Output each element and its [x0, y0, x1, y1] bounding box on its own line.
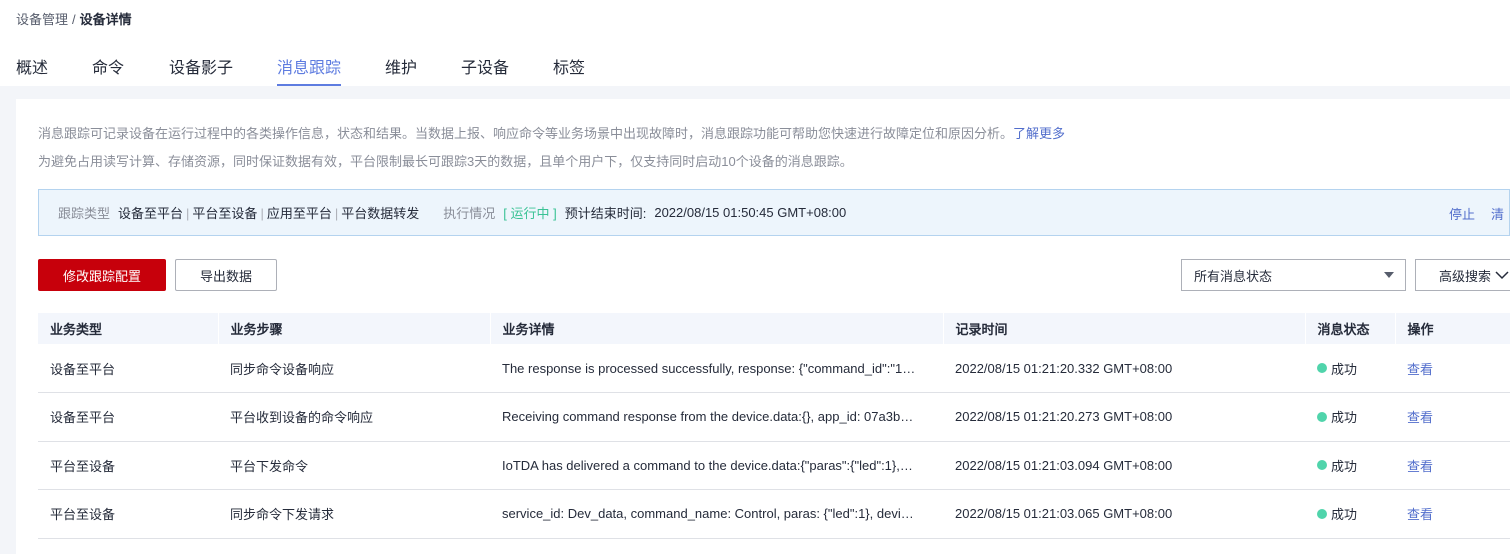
cell-type: 平台至设备 — [38, 441, 218, 490]
modify-trace-config-button[interactable]: 修改跟踪配置 — [38, 259, 166, 291]
table-row: 平台至设备 同步命令下发请求 service_id: Dev_data, com… — [38, 489, 1510, 539]
cell-time: 2022/08/15 01:21:20.332 GMT+08:00 — [943, 344, 1305, 393]
cell-action: 查看 — [1395, 344, 1510, 393]
trace-type-label: 跟踪类型 — [58, 206, 111, 221]
trace-type-item: 设备至平台 — [118, 206, 184, 221]
trace-type-item: 平台数据转发 — [341, 206, 420, 221]
status-text: 成功 — [1331, 507, 1358, 523]
cell-action: 查看 — [1395, 489, 1510, 539]
message-status-select[interactable]: 所有消息状态 — [1181, 259, 1406, 291]
divider: | — [186, 206, 190, 221]
cell-step: 平台下发命令 — [218, 441, 490, 490]
view-link[interactable]: 查看 — [1407, 410, 1433, 425]
status-text: 成功 — [1331, 458, 1358, 474]
stop-link[interactable]: 停止 — [1449, 207, 1475, 222]
success-dot-icon — [1317, 411, 1327, 422]
trace-type-item: 应用至平台 — [266, 206, 332, 221]
column-header-type: 业务类型 — [38, 313, 219, 344]
advanced-search-label: 高级搜索 — [1439, 268, 1492, 284]
cell-action: 查看 — [1395, 441, 1510, 490]
cell-status: 成功 — [1305, 441, 1395, 490]
column-header-step: 业务步骤 — [218, 313, 491, 344]
status-text: 成功 — [1331, 410, 1358, 426]
trace-type-item: 平台至设备 — [192, 206, 258, 221]
table-row: 设备至平台 同步命令设备响应 The response is processed… — [38, 344, 1510, 393]
export-data-button[interactable]: 导出数据 — [175, 259, 277, 291]
cell-action: 查看 — [1395, 392, 1510, 442]
cell-type: 平台至设备 — [38, 489, 218, 539]
table-header-row: 业务类型 业务步骤 业务详情 记录时间 消息状态 操作 — [38, 313, 1510, 344]
divider: | — [260, 206, 264, 221]
divider: | — [334, 206, 339, 221]
trace-status-bar: 跟踪类型 设备至平台 | 平台至设备 | 应用至平台 | 平台数据转发 执行情况 [ 运行中… — [38, 189, 1510, 236]
table-row: 设备至平台 平台收到设备的命令响应 Receiving command resp… — [38, 392, 1510, 442]
cell-status: 成功 — [1305, 392, 1395, 442]
column-header-status: 消息状态 — [1305, 313, 1396, 344]
tab-maintenance[interactable]: 维护 — [385, 40, 417, 86]
column-header-time: 记录时间 — [943, 313, 1306, 344]
breadcrumb-current: 设备详情 — [79, 12, 132, 27]
view-link[interactable]: 查看 — [1407, 459, 1433, 474]
cell-step: 同步命令设备响应 — [218, 344, 490, 393]
tab-device-shadow[interactable]: 设备影子 — [169, 40, 233, 86]
cell-time: 2022/08/15 01:21:03.094 GMT+08:00 — [943, 441, 1305, 490]
description-line-1: 消息跟踪可记录设备在运行过程中的各类操作信息，状态和结果。当数据上报、响应命令等… — [38, 123, 1065, 142]
cell-status: 成功 — [1305, 344, 1395, 393]
breadcrumb: 设备管理 / 设备详情 — [16, 9, 132, 28]
cell-detail: Receiving command response from the devi… — [490, 392, 943, 442]
column-header-action: 操作 — [1395, 313, 1510, 344]
learn-more-link[interactable]: 了解更多 — [1013, 126, 1065, 141]
table-row: 平台至设备 平台下发命令 IoTDA has delivered a comma… — [38, 441, 1510, 490]
description-line-2: 为避免占用读写计算、存储资源，同时保证数据有效，平台限制最长可跟踪3天的数据，且… — [38, 154, 853, 169]
cell-type: 设备至平台 — [38, 392, 218, 442]
clear-link[interactable]: 清 — [1491, 207, 1504, 222]
tab-commands[interactable]: 命令 — [92, 40, 124, 86]
view-link[interactable]: 查看 — [1407, 362, 1433, 377]
success-dot-icon — [1317, 508, 1327, 519]
cell-step: 同步命令下发请求 — [218, 489, 490, 539]
end-time-value: 2022/08/15 01:50:45 GMT+08:00 — [654, 205, 847, 220]
cell-status: 成功 — [1305, 489, 1395, 539]
success-dot-icon — [1317, 460, 1327, 471]
tab-message-trace[interactable]: 消息跟踪 — [277, 40, 342, 86]
cell-type: 设备至平台 — [38, 344, 218, 393]
status-text: 成功 — [1331, 361, 1358, 377]
success-dot-icon — [1317, 363, 1327, 373]
caret-down-icon — [1384, 272, 1394, 278]
execution-label: 执行情况 — [443, 206, 496, 221]
trace-actions: 停止 清 — [1449, 204, 1510, 223]
cell-detail: IoTDA has delivered a command to the dev… — [490, 441, 943, 490]
breadcrumb-parent[interactable]: 设备管理 — [16, 12, 68, 27]
cell-step: 平台收到设备的命令响应 — [218, 392, 490, 442]
end-time-label: 预计结束时间: — [564, 206, 647, 221]
column-header-detail: 业务详情 — [490, 313, 944, 344]
message-status-value: 所有消息状态 — [1194, 268, 1273, 284]
tab-bar: 概述 命令 设备影子 消息跟踪 维护 子设备 标签 — [0, 40, 1510, 86]
cell-time: 2022/08/15 01:21:20.273 GMT+08:00 — [943, 392, 1305, 442]
cell-detail: The response is processed successfully, … — [490, 344, 943, 393]
view-link[interactable]: 查看 — [1407, 507, 1433, 522]
advanced-search-button[interactable]: 高级搜索 — [1415, 259, 1510, 291]
execution-status: [ 运行中 ] — [503, 206, 557, 221]
trace-types: 设备至平台 | 平台至设备 | 应用至平台 | 平台数据转发 — [118, 203, 419, 222]
cell-time: 2022/08/15 01:21:03.065 GMT+08:00 — [943, 489, 1305, 539]
breadcrumb-separator: / — [72, 12, 76, 27]
description-text: 消息跟踪可记录设备在运行过程中的各类操作信息，状态和结果。当数据上报、响应命令等… — [38, 126, 1014, 141]
message-trace-table: 业务类型 业务步骤 业务详情 记录时间 消息状态 操作 设备至平台 同步命令设备… — [38, 313, 1510, 539]
cell-detail: service_id: Dev_data, command_name: Cont… — [490, 489, 943, 539]
tab-tags[interactable]: 标签 — [553, 40, 585, 86]
tab-child-devices[interactable]: 子设备 — [461, 40, 509, 86]
tab-overview[interactable]: 概述 — [16, 40, 48, 86]
chevron-down-icon — [1495, 271, 1509, 280]
